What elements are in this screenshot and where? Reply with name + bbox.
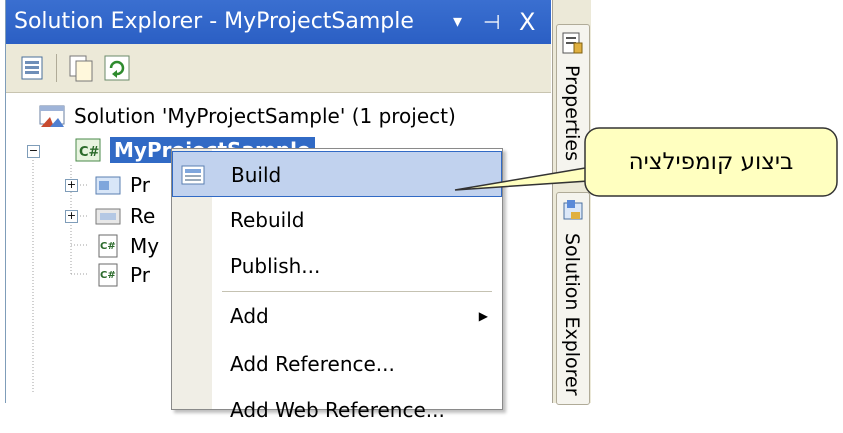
solution-explorer-tab-icon [563,200,583,220]
tree-item-program-file[interactable]: C# Pr [94,258,150,292]
show-all-files-icon [69,55,93,82]
tree-item-properties[interactable]: Pr [94,168,150,202]
menu-separator [222,291,492,292]
menu-item-build[interactable]: Build [172,151,502,197]
tree-item-label: Pr [130,263,150,287]
properties-window-icon [562,32,583,54]
collapse-project-toggle[interactable]: − [27,145,40,158]
submenu-arrow-icon: ▶ [478,309,488,323]
svg-text:C#: C# [79,145,100,160]
annotation-callout: ביצוע קומפילציה [584,127,838,197]
properties-folder-icon [95,176,121,195]
menu-item-label: Add Reference... [230,352,395,376]
refresh-icon [104,55,130,81]
tab-solution-explorer-label: Solution Explorer [561,233,583,396]
menu-item-label: Add [230,304,269,328]
solution-icon [39,105,65,127]
tab-solution-explorer[interactable]: Solution Explorer [556,192,590,405]
menu-item-add-reference[interactable]: Add Reference... [172,341,502,387]
solution-node[interactable]: Solution 'MyProjectSample' (1 project) [38,99,456,133]
close-icon[interactable]: X [519,0,535,44]
menu-item-add[interactable]: Add ▶ [172,293,502,339]
solution-label: Solution 'MyProjectSample' (1 project) [74,104,456,128]
refresh-button[interactable] [102,53,132,83]
menu-item-publish[interactable]: Publish... [172,243,502,289]
show-all-files-button[interactable] [66,53,96,83]
explorer-toolbar [6,44,551,93]
properties-icon [21,56,43,80]
pin-icon[interactable]: ⊣ [483,0,500,44]
callout-text: ביצוע קומפילציה [628,149,794,175]
toolbar-separator [56,54,57,82]
menu-item-label: Publish... [230,254,321,278]
menu-item-label: Add Web Reference... [230,398,445,422]
expand-properties-toggle[interactable]: + [65,179,78,192]
cs-file-icon: C# [98,263,118,287]
menu-item-add-web-reference[interactable]: Add Web Reference... [172,387,502,433]
tab-properties-label: Properties [561,65,583,162]
menu-item-rebuild[interactable]: Rebuild [172,197,502,243]
dropdown-icon[interactable]: ▾ [453,0,462,44]
menu-item-label: Build [231,163,282,187]
context-menu: Build Rebuild Publish... Add ▶ Add Refer… [171,148,503,422]
expand-references-toggle[interactable]: + [65,210,78,223]
cs-file-icon: C# [98,234,118,258]
svg-text:C#: C# [100,270,116,281]
svg-text:C#: C# [100,241,116,252]
tree-item-label: Re [130,204,156,228]
tree-item-label: Pr [130,173,150,197]
properties-button[interactable] [18,53,48,83]
menu-item-label: Rebuild [230,208,305,232]
window-title: Solution Explorer - MyProjectSample [14,9,414,34]
tree-item-label: My [130,234,160,258]
tree-item-references[interactable]: Re [94,199,155,233]
title-bar: Solution Explorer - MyProjectSample ▾ ⊣ … [6,0,551,44]
docked-tabs-panel: Properties Solution Explorer [552,0,591,405]
references-folder-icon [95,208,121,225]
build-icon [181,165,205,185]
csharp-project-icon: C# [75,138,101,162]
